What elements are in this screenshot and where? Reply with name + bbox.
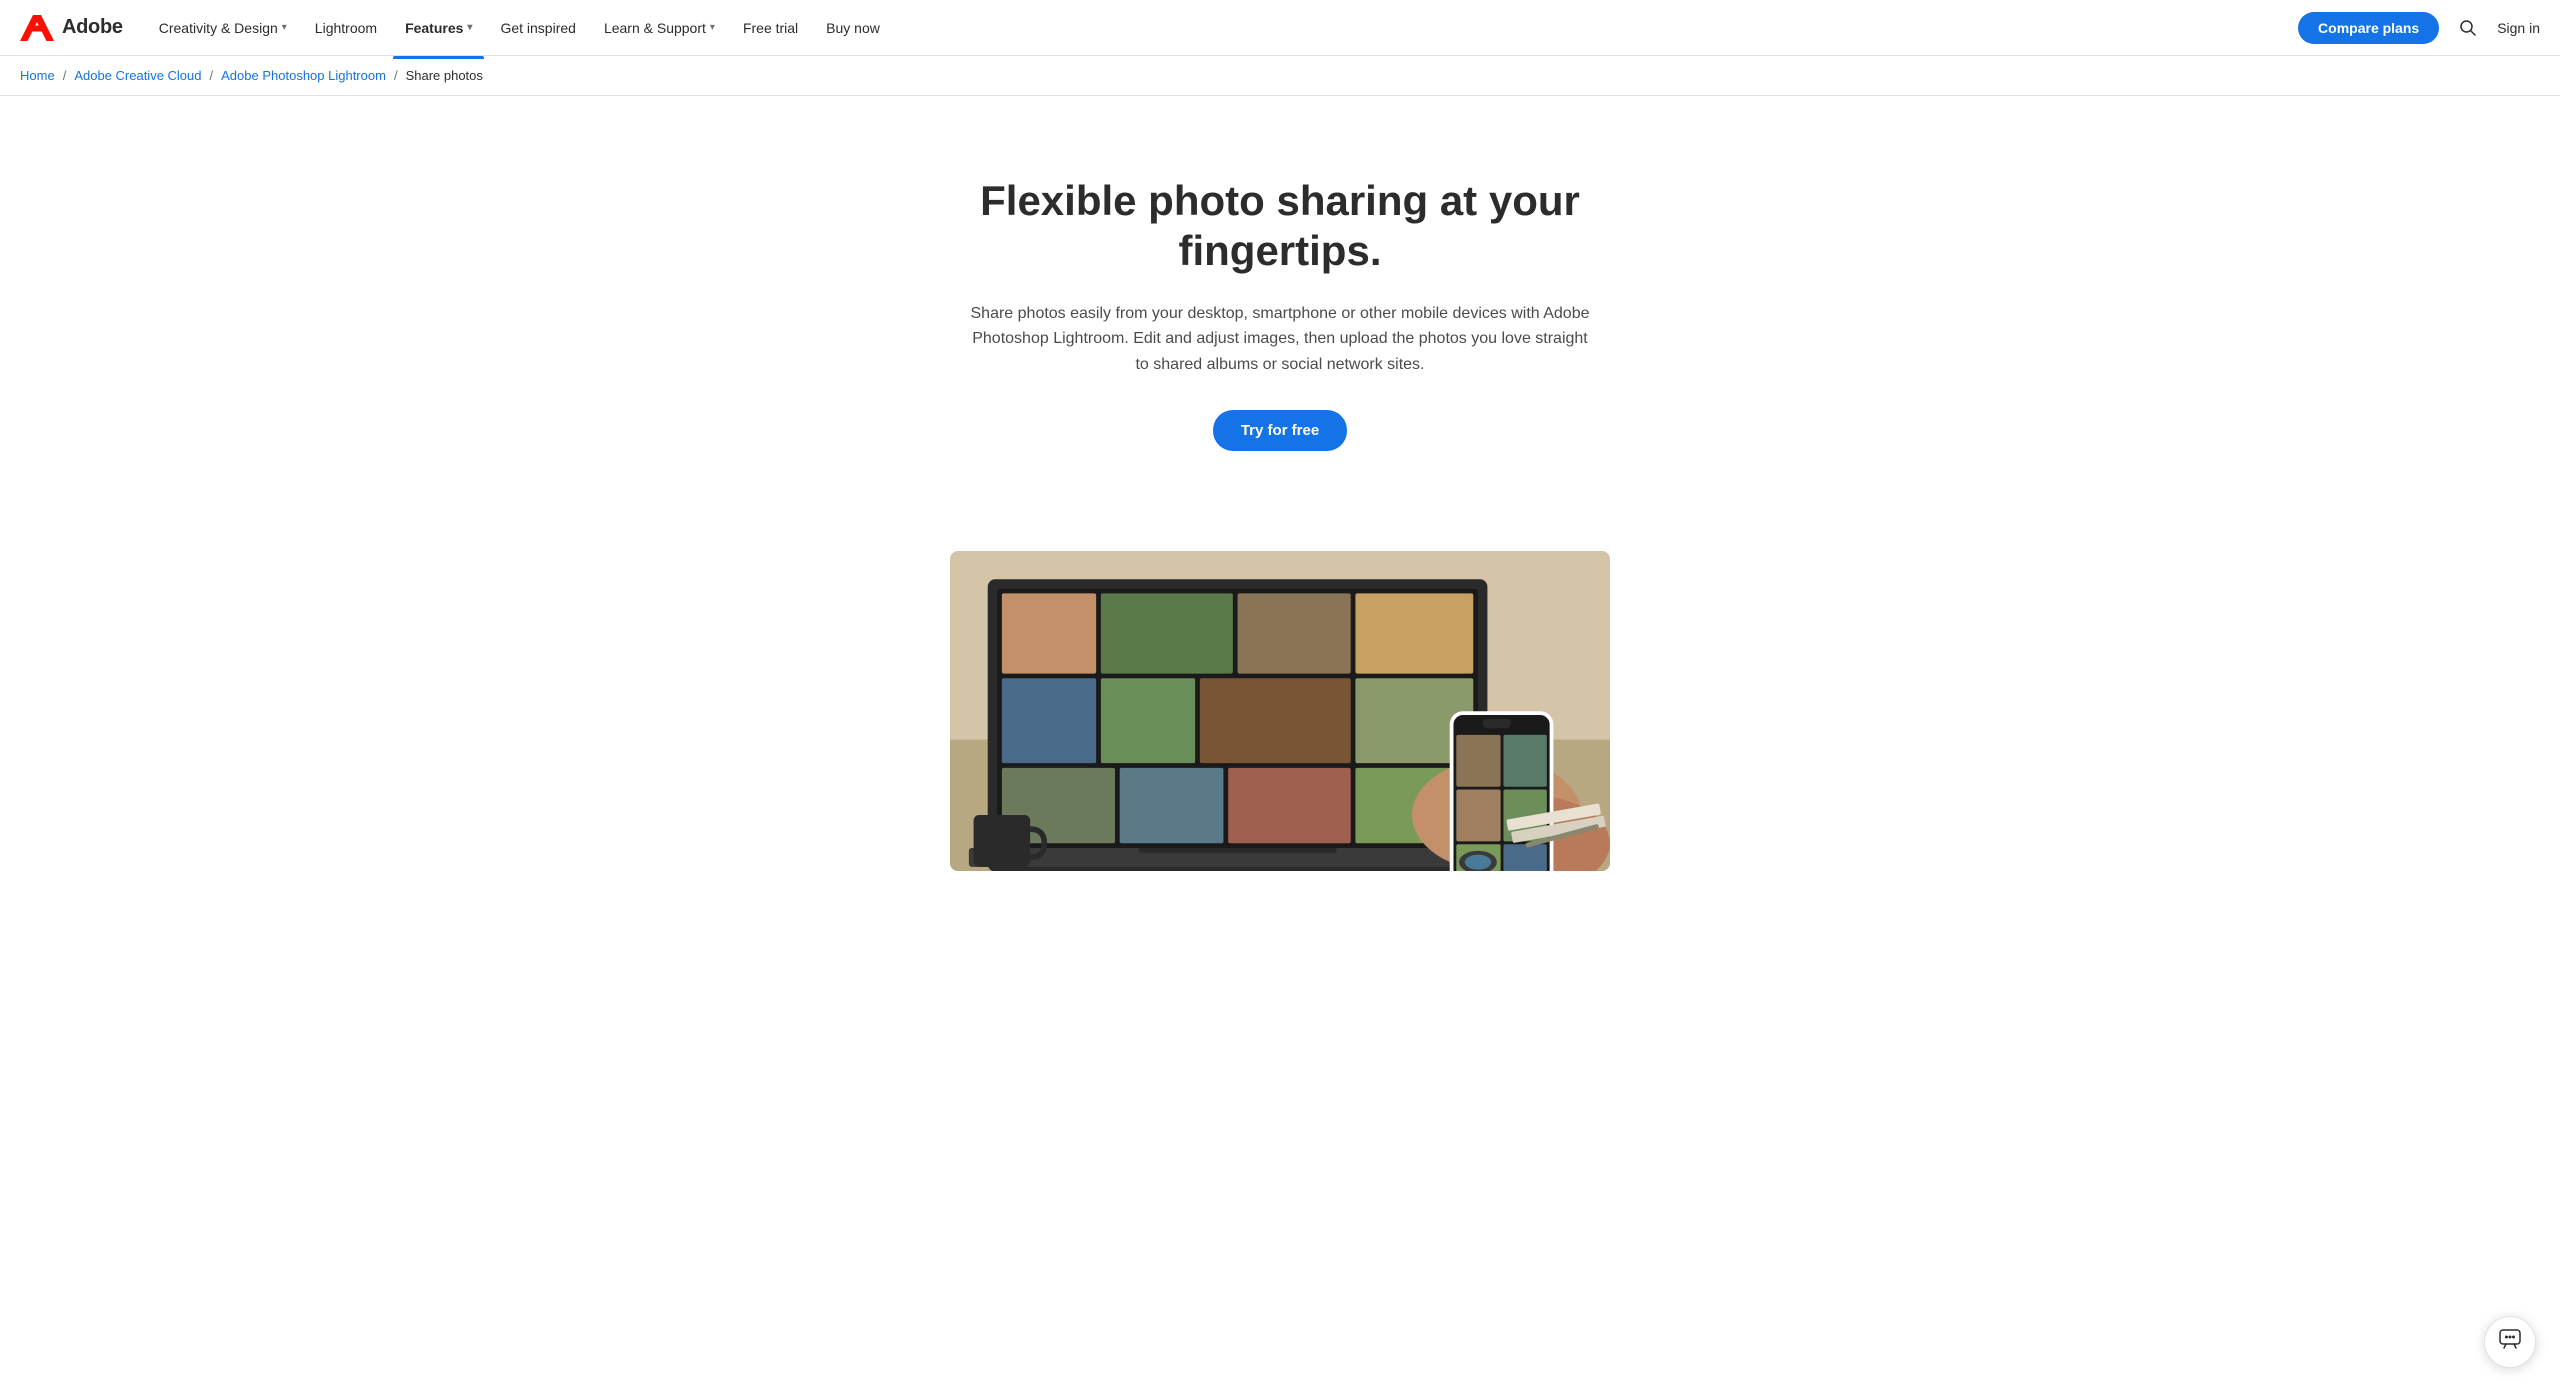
breadcrumb-home[interactable]: Home bbox=[20, 68, 55, 83]
breadcrumb-separator: / bbox=[63, 68, 67, 83]
breadcrumb-current: Share photos bbox=[406, 68, 483, 83]
hero-section: Flexible photo sharing at your fingertip… bbox=[880, 96, 1680, 511]
compare-plans-button[interactable]: Compare plans bbox=[2298, 12, 2439, 44]
breadcrumb-creative-cloud[interactable]: Adobe Creative Cloud bbox=[74, 68, 201, 83]
nav-creativity-design[interactable]: Creativity & Design ▾ bbox=[147, 14, 299, 42]
hero-image bbox=[950, 551, 1610, 872]
chat-support-button[interactable] bbox=[2484, 1316, 2536, 1368]
main-content: Flexible photo sharing at your fingertip… bbox=[0, 96, 2560, 871]
chevron-down-icon: ▾ bbox=[710, 22, 715, 33]
hero-title: Flexible photo sharing at your fingertip… bbox=[900, 176, 1660, 277]
main-header: Adobe Creativity & Design ▾ Lightroom Fe… bbox=[0, 0, 2560, 56]
main-nav: Creativity & Design ▾ Lightroom Features… bbox=[147, 14, 2298, 42]
search-button[interactable] bbox=[2455, 15, 2481, 41]
try-for-free-button[interactable]: Try for free bbox=[1213, 410, 1347, 451]
nav-learn-support[interactable]: Learn & Support ▾ bbox=[592, 14, 727, 42]
chevron-down-icon: ▾ bbox=[467, 22, 472, 33]
chevron-down-icon: ▾ bbox=[282, 22, 287, 33]
adobe-brand-text: Adobe bbox=[62, 16, 123, 39]
chat-icon bbox=[2498, 1327, 2522, 1357]
nav-lightroom[interactable]: Lightroom bbox=[303, 14, 389, 42]
hero-image-area bbox=[930, 551, 1630, 872]
nav-free-trial[interactable]: Free trial bbox=[731, 14, 810, 42]
adobe-logo-icon bbox=[20, 15, 54, 41]
breadcrumb-lightroom[interactable]: Adobe Photoshop Lightroom bbox=[221, 68, 386, 83]
hero-description: Share photos easily from your desktop, s… bbox=[970, 301, 1590, 378]
sign-in-link[interactable]: Sign in bbox=[2497, 20, 2540, 36]
breadcrumb-separator: / bbox=[210, 68, 214, 83]
breadcrumb: Home / Adobe Creative Cloud / Adobe Phot… bbox=[0, 56, 2560, 96]
search-icon bbox=[2459, 19, 2477, 37]
header-actions: Compare plans Sign in bbox=[2298, 12, 2540, 44]
nav-get-inspired[interactable]: Get inspired bbox=[488, 14, 587, 42]
adobe-logo[interactable]: Adobe bbox=[20, 15, 123, 41]
breadcrumb-separator: / bbox=[394, 68, 398, 83]
nav-features[interactable]: Features ▾ bbox=[393, 14, 484, 42]
nav-buy-now[interactable]: Buy now bbox=[814, 14, 892, 42]
